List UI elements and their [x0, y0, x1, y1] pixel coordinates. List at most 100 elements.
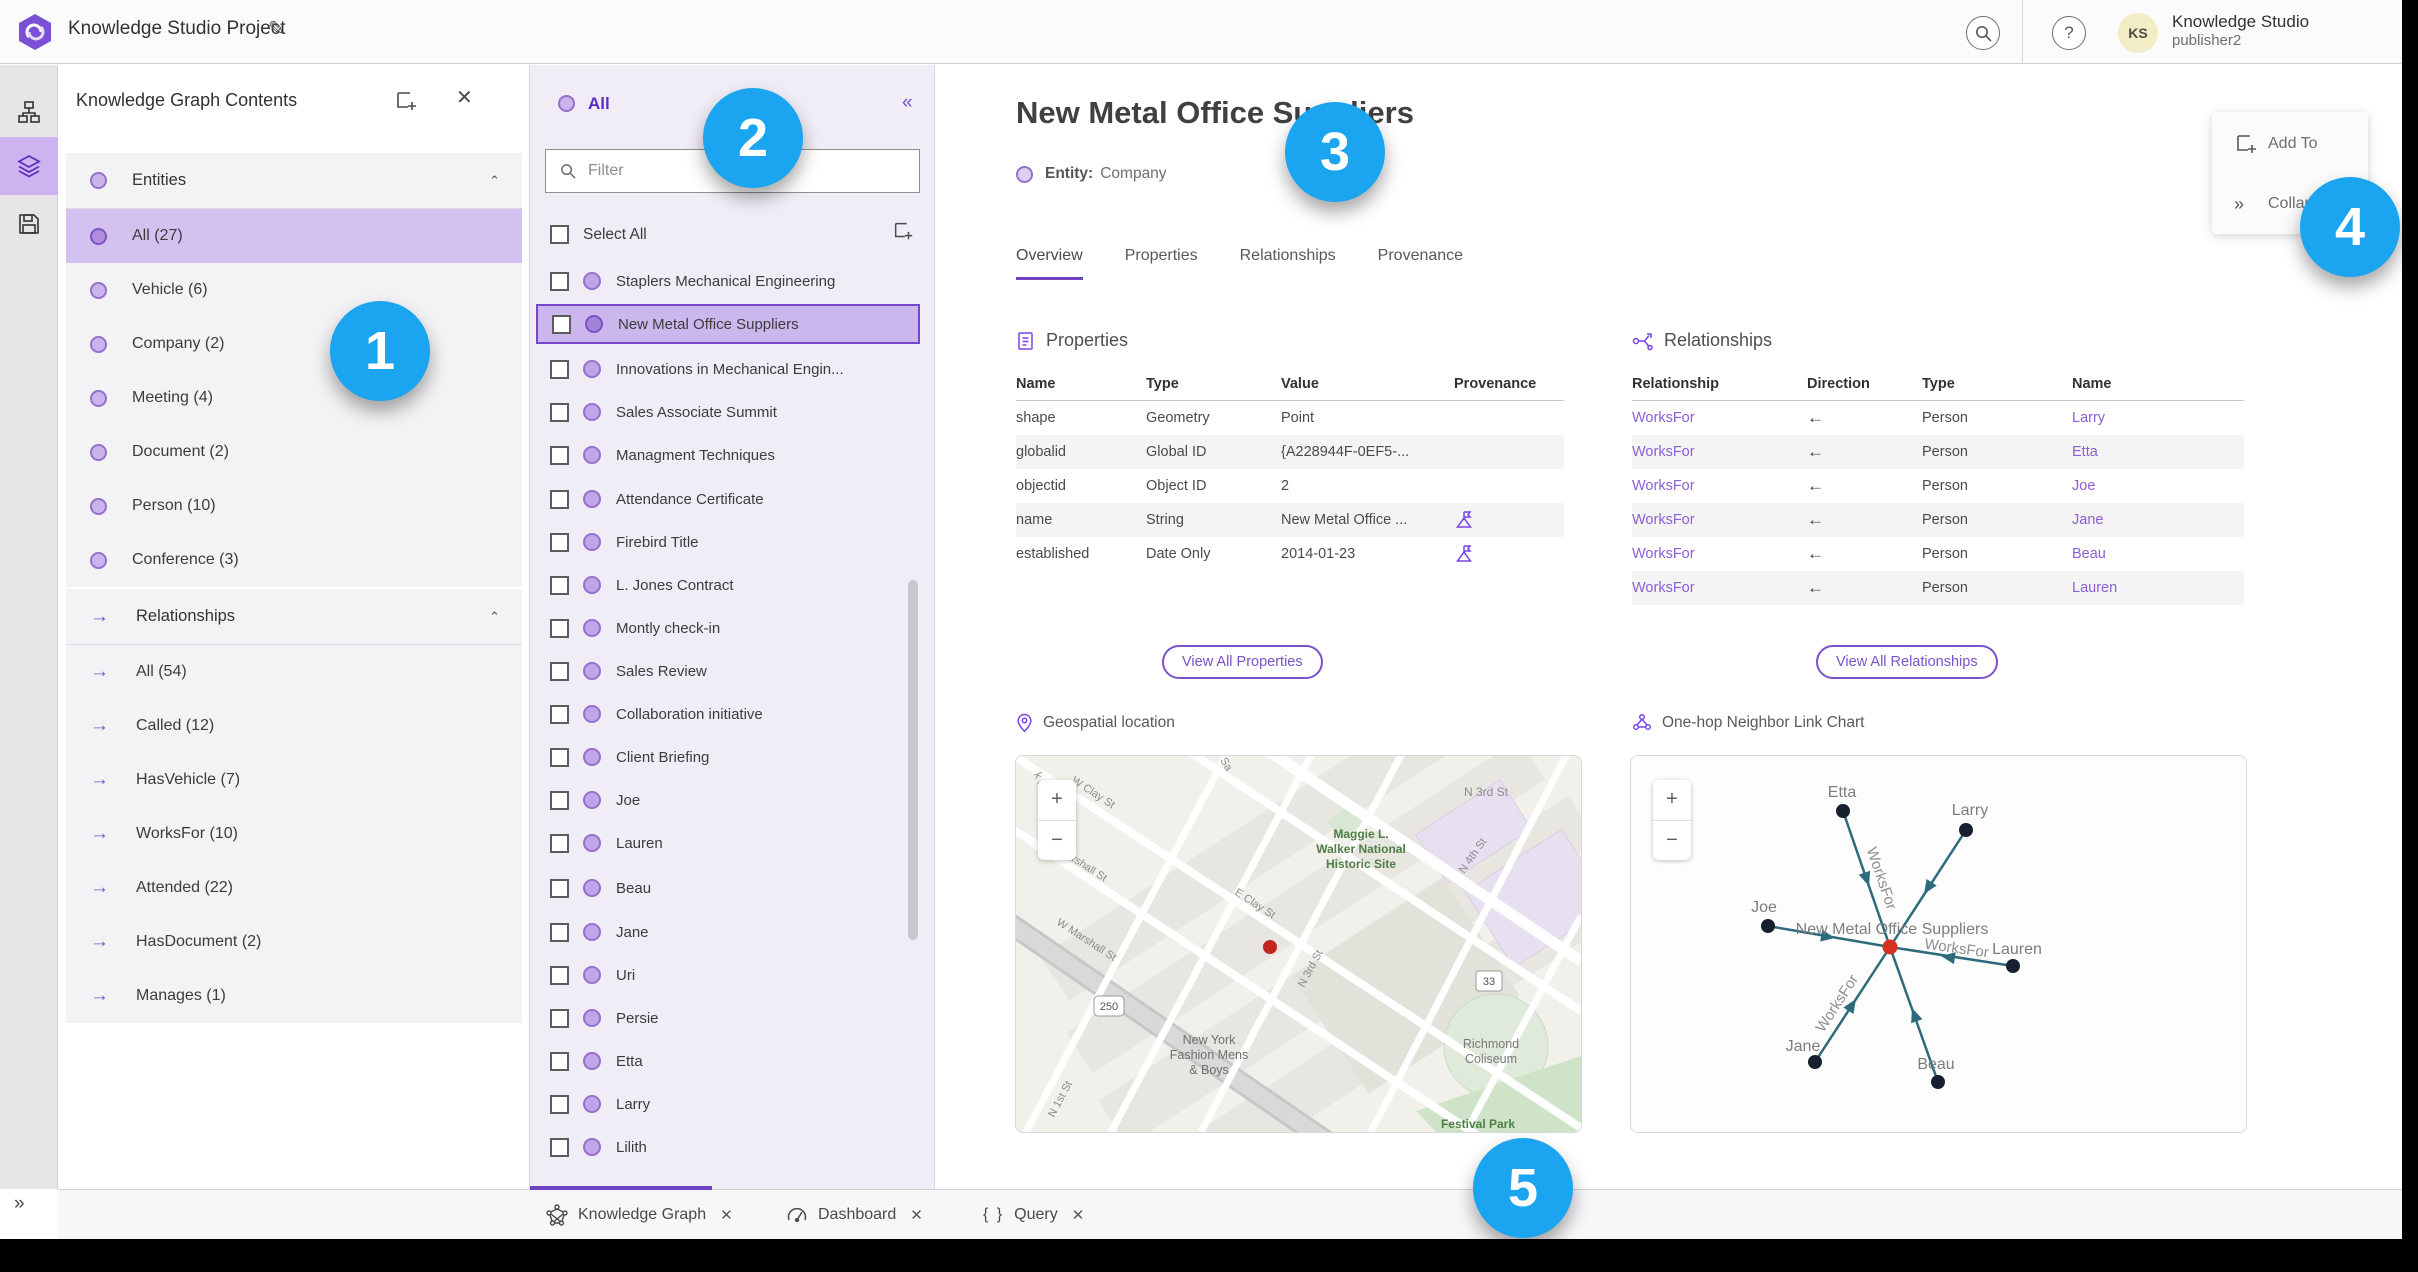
list-item[interactable]: Larry — [536, 1084, 920, 1124]
node-lauren[interactable] — [2006, 959, 2020, 973]
provenance-flag-icon[interactable] — [1454, 510, 1474, 530]
table-row[interactable]: globalid Global ID {A228944F-0EF5-... — [1016, 435, 1564, 469]
add-layer-button[interactable] — [394, 89, 418, 113]
item-checkbox[interactable] — [550, 1008, 569, 1028]
item-checkbox[interactable] — [550, 704, 569, 724]
schema-hierarchy-button[interactable] — [0, 83, 58, 141]
link-chart[interactable]: Etta Larry Joe Lauren Jane Beau New Meta… — [1630, 755, 2247, 1133]
sidebar-item-hasvehicle[interactable]: → HasVehicle (7) — [66, 753, 522, 807]
item-checkbox[interactable] — [550, 1137, 569, 1157]
sidebar-item-hasdocument[interactable]: → HasDocument (2) — [66, 915, 522, 969]
entity-link[interactable]: Jane — [2072, 512, 2244, 528]
list-scrollbar[interactable] — [908, 580, 918, 940]
chevron-up-icon[interactable]: ⌃ — [489, 173, 500, 189]
table-row[interactable]: WorksFor ← Person Etta — [1632, 435, 2244, 469]
list-item[interactable]: Managment Techniques — [536, 435, 920, 475]
entity-link[interactable]: Lauren — [2072, 580, 2244, 596]
close-tab-icon[interactable]: ✕ — [910, 1206, 923, 1224]
tab-query[interactable]: { } Query ✕ — [983, 1190, 1084, 1239]
zoom-in-button[interactable]: + — [1038, 780, 1076, 821]
table-row[interactable]: WorksFor ← Person Larry — [1632, 401, 2244, 435]
list-item[interactable]: Lilith — [536, 1127, 920, 1167]
list-item[interactable]: Attendance Certificate — [536, 479, 920, 519]
list-item[interactable]: Beau — [536, 868, 920, 908]
sidebar-item-person[interactable]: Person (10) — [66, 479, 522, 533]
sidebar-item-entities-all[interactable]: All (27) — [66, 209, 522, 263]
tab-properties[interactable]: Properties — [1125, 247, 1198, 280]
tab-dashboard[interactable]: Dashboard ✕ — [786, 1190, 923, 1239]
collapse-panel-icon[interactable]: « — [902, 92, 913, 114]
select-all-row[interactable]: Select All — [550, 225, 647, 244]
item-checkbox[interactable] — [550, 661, 569, 681]
table-row[interactable]: WorksFor ← Person Joe — [1632, 469, 2244, 503]
item-checkbox[interactable] — [550, 922, 569, 942]
table-row[interactable]: established Date Only 2014-01-23 — [1016, 537, 1564, 571]
item-checkbox[interactable] — [550, 878, 569, 898]
view-all-properties-button[interactable]: View All Properties — [1162, 645, 1323, 679]
item-checkbox[interactable] — [552, 314, 571, 334]
relationship-link[interactable]: WorksFor — [1632, 512, 1807, 528]
save-button[interactable] — [0, 195, 58, 253]
sidebar-item-worksfor[interactable]: → WorksFor (10) — [66, 807, 522, 861]
table-row[interactable]: WorksFor ← Person Jane — [1632, 503, 2244, 537]
list-item[interactable]: Lauren — [536, 823, 920, 863]
add-to-button[interactable]: Add To — [2212, 120, 2368, 168]
zoom-out-button[interactable]: − — [1038, 821, 1076, 861]
list-item-selected[interactable]: New Metal Office Suppliers — [536, 304, 920, 344]
tab-knowledge-graph[interactable]: Knowledge Graph ✕ — [546, 1190, 733, 1239]
sidebar-item-document[interactable]: Document (2) — [66, 425, 522, 479]
close-tab-icon[interactable]: ✕ — [720, 1206, 733, 1224]
item-checkbox[interactable] — [550, 402, 569, 422]
node-larry[interactable] — [1959, 823, 1973, 837]
entity-link[interactable]: Larry — [2072, 410, 2244, 426]
close-tab-icon[interactable]: ✕ — [1072, 1206, 1085, 1224]
list-item[interactable]: Staplers Mechanical Engineering — [536, 261, 920, 301]
avatar[interactable]: KS — [2118, 13, 2158, 53]
list-item[interactable]: Jane — [536, 912, 920, 952]
item-checkbox[interactable] — [550, 747, 569, 767]
list-item[interactable]: Sales Associate Summit — [536, 392, 920, 432]
user-info[interactable]: Knowledge Studio publisher2 — [2172, 11, 2309, 51]
node-joe[interactable] — [1761, 919, 1775, 933]
geospatial-map[interactable]: k Rd W Clay St Sa Marshall St W Marshall… — [1015, 755, 1582, 1133]
item-checkbox[interactable] — [550, 618, 569, 638]
select-all-checkbox[interactable] — [550, 225, 569, 244]
entity-link[interactable]: Beau — [2072, 546, 2244, 562]
close-panel-icon[interactable]: ✕ — [456, 85, 473, 110]
list-item[interactable]: Joe — [536, 780, 920, 820]
node-jane[interactable] — [1808, 1055, 1822, 1069]
list-item[interactable]: Client Briefing — [536, 737, 920, 777]
list-item[interactable]: Uri — [536, 955, 920, 995]
entities-header[interactable]: Entities ⌃ — [66, 153, 522, 209]
list-item[interactable]: Montly check-in — [536, 608, 920, 648]
table-row[interactable]: name String New Metal Office ... — [1016, 503, 1564, 537]
sidebar-item-called[interactable]: → Called (12) — [66, 699, 522, 753]
node-beau[interactable] — [1931, 1075, 1945, 1089]
table-row[interactable]: WorksFor ← Person Lauren — [1632, 571, 2244, 605]
help-button[interactable]: ? — [2052, 16, 2086, 50]
tab-relationships[interactable]: Relationships — [1240, 247, 1336, 280]
tab-overview[interactable]: Overview — [1016, 247, 1083, 280]
entity-link[interactable]: Joe — [2072, 478, 2244, 494]
node-center[interactable] — [1882, 939, 1898, 955]
item-checkbox[interactable] — [550, 790, 569, 810]
table-row[interactable]: WorksFor ← Person Beau — [1632, 537, 2244, 571]
item-checkbox[interactable] — [550, 271, 569, 291]
item-checkbox[interactable] — [550, 965, 569, 985]
list-item[interactable]: Sales Review — [536, 651, 920, 691]
item-checkbox[interactable] — [550, 359, 569, 379]
edit-title-icon[interactable]: ✎ — [268, 16, 285, 41]
tab-provenance[interactable]: Provenance — [1378, 247, 1463, 280]
entity-link[interactable]: Etta — [2072, 444, 2244, 460]
list-item[interactable]: Etta — [536, 1041, 920, 1081]
add-selected-button[interactable] — [892, 220, 914, 242]
search-button[interactable] — [1966, 16, 2000, 50]
list-item[interactable]: Firebird Title — [536, 522, 920, 562]
sidebar-item-vehicle[interactable]: Vehicle (6) — [66, 263, 522, 317]
relationship-link[interactable]: WorksFor — [1632, 580, 1807, 596]
table-row[interactable]: shape Geometry Point — [1016, 401, 1564, 435]
list-item[interactable]: Collaboration initiative — [536, 694, 920, 734]
sidebar-item-meeting[interactable]: Meeting (4) — [66, 371, 522, 425]
zoom-in-button[interactable]: + — [1653, 780, 1691, 821]
list-item[interactable]: L. Jones Contract — [536, 565, 920, 605]
